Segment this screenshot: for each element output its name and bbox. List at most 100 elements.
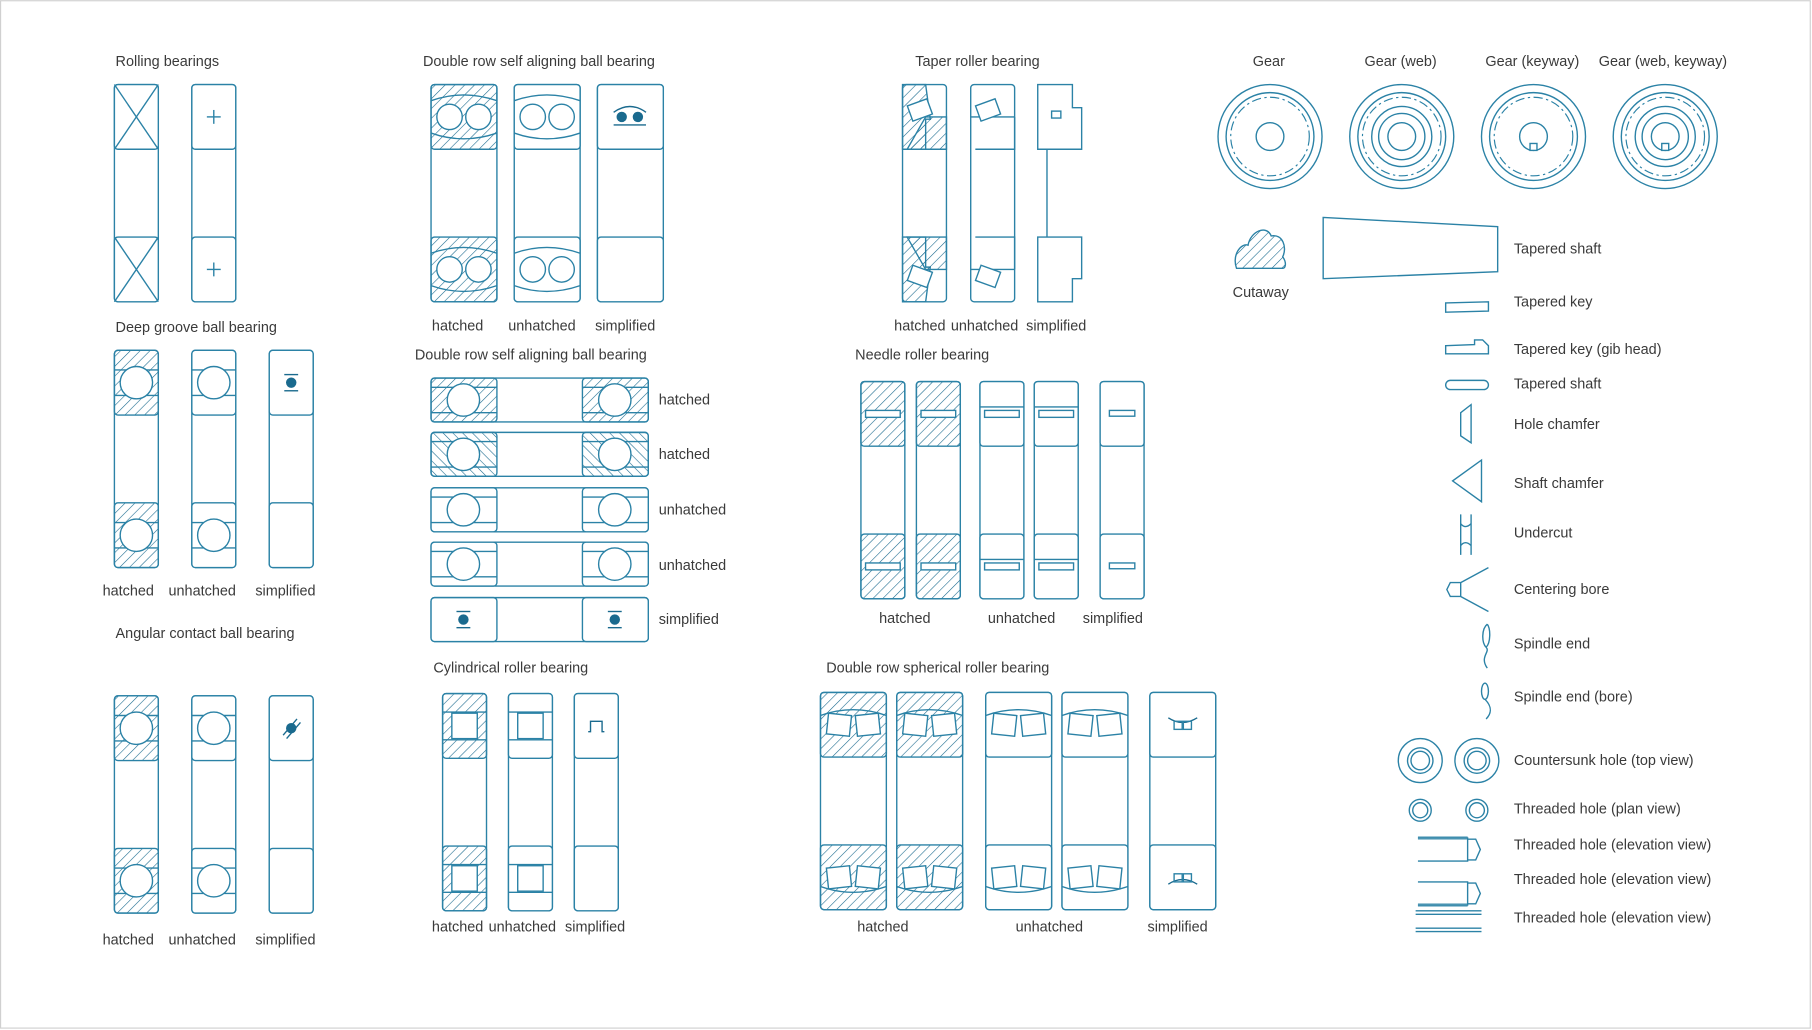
variant-label: hatched (857, 920, 908, 936)
threaded-hole-plan-icon (1465, 798, 1489, 822)
symbol-label: Threaded hole (elevation view) (1514, 838, 1711, 854)
double-row-horizontal-bearing (430, 596, 649, 643)
symbol-label: Tapered key (gib head) (1514, 342, 1662, 358)
deep-groove-bearing-hatched (113, 349, 160, 569)
countersunk-hole-icon (1397, 737, 1443, 784)
variant-label: unhatched (659, 558, 726, 574)
symbol-sheet: Rolling bearings Deep groove ball bearin… (0, 0, 1811, 1029)
needle-roller-title: Needle roller bearing (855, 348, 989, 364)
cylindrical-roller-bearing-simplified (573, 692, 619, 912)
needle-roller-bearing (860, 380, 906, 600)
deep-groove-title: Deep groove ball bearing (116, 320, 277, 336)
variant-label: simplified (1026, 319, 1086, 335)
gear-title: Gear (1253, 54, 1285, 70)
spindle-end-icon (1482, 623, 1491, 669)
spherical-roller-bearing (1061, 691, 1129, 911)
variant-label: simplified (1147, 920, 1207, 936)
variant-label: unhatched (489, 920, 556, 936)
tapered-shaft-round-icon (1444, 379, 1490, 391)
variant-label: simplified (1083, 611, 1143, 627)
variant-label: simplified (255, 583, 315, 599)
gear-title: Gear (keyway) (1485, 54, 1579, 70)
variant-label: hatched (879, 611, 930, 627)
double-row-horizontal-bearing (430, 431, 649, 477)
variant-label: unhatched (169, 932, 236, 948)
symbol-label: Undercut (1514, 526, 1573, 542)
double-row-horizontal-title: Double row self aligning ball bearing (415, 348, 647, 364)
spherical-roller-bearing (896, 691, 964, 911)
double-row-bearing-hatched (430, 83, 498, 303)
angular-contact-bearing-hatched (113, 695, 160, 914)
variant-label: simplified (659, 612, 719, 628)
angular-contact-bearing-simplified (268, 695, 314, 914)
variant-label: hatched (894, 319, 945, 335)
variant-label: unhatched (988, 611, 1055, 627)
symbol-label: Spindle end (bore) (1514, 690, 1633, 706)
needle-roller-bearing (979, 380, 1025, 600)
tapered-key-gib-head-icon (1444, 339, 1490, 355)
symbol-label: Threaded hole (elevation view) (1514, 910, 1711, 926)
variant-label: unhatched (169, 583, 236, 599)
variant-label: hatched (659, 393, 710, 409)
double-row-horizontal-bearing (430, 541, 649, 587)
variant-label: hatched (432, 920, 483, 936)
symbol-label: Tapered shaft (1514, 376, 1602, 392)
cutaway-label: Cutaway (1233, 285, 1290, 301)
cylindrical-roller-title: Cylindrical roller bearing (433, 661, 588, 677)
spherical-roller-title: Double row spherical roller bearing (826, 661, 1049, 677)
variant-label: simplified (565, 920, 625, 936)
threaded-hole-plan-icon (1408, 798, 1432, 822)
rolling-bearing-symbol (113, 83, 160, 303)
symbol-label: Shaft chamfer (1514, 476, 1604, 492)
threaded-hole-elevation-icon (1417, 881, 1482, 907)
spherical-roller-bearing (1149, 691, 1217, 911)
tapered-shaft-icon (1322, 216, 1499, 280)
variant-label: unhatched (659, 502, 726, 518)
double-row-horizontal-bearing (430, 487, 649, 533)
variant-label: simplified (595, 319, 655, 335)
gear-icon (1217, 83, 1323, 190)
deep-groove-bearing-simplified (268, 349, 314, 569)
cutaway-icon (1234, 229, 1287, 269)
rolling-bearings-title: Rolling bearings (116, 54, 220, 70)
deep-groove-bearing-unhatched (191, 349, 237, 569)
taper-roller-bearing-unhatched (970, 83, 1016, 303)
countersunk-hole-icon (1454, 737, 1500, 784)
undercut-icon (1460, 514, 1472, 555)
spindle-end-bore-icon (1480, 682, 1491, 720)
variant-label: simplified (255, 932, 315, 948)
gear-icon (1612, 83, 1718, 190)
symbol-label: Centering bore (1514, 582, 1610, 598)
symbol-label: Tapered shaft (1514, 241, 1602, 257)
shaft-chamfer-icon (1451, 458, 1483, 504)
double-row-vertical-title: Double row self aligning ball bearing (423, 54, 655, 70)
gear-title: Gear (web, keyway) (1599, 54, 1727, 70)
taper-roller-bearing-hatched (901, 83, 948, 303)
symbol-label: Hole chamfer (1514, 417, 1600, 433)
variant-label: hatched (659, 447, 710, 463)
cylindrical-roller-bearing-unhatched (507, 692, 554, 912)
symbol-label: Tapered key (1514, 294, 1593, 310)
hole-chamfer-icon (1460, 403, 1472, 445)
cylindrical-roller-bearing-hatched (441, 692, 488, 912)
symbol-label: Threaded hole (elevation view) (1514, 872, 1711, 888)
double-row-horizontal-bearing (430, 377, 649, 423)
angular-contact-bearing-unhatched (191, 695, 237, 914)
double-row-bearing-simplified (596, 83, 665, 303)
gear-title: Gear (web) (1364, 54, 1436, 70)
threaded-hole-elevation-icon (1417, 836, 1482, 862)
variant-label: unhatched (951, 319, 1018, 335)
taper-roller-bearing-simplified (1037, 83, 1083, 303)
rolling-bearing-symbol (191, 83, 237, 303)
centering-bore-icon (1446, 566, 1489, 613)
taper-roller-title: Taper roller bearing (915, 54, 1039, 70)
needle-roller-bearing (1033, 380, 1079, 600)
variant-label: hatched (103, 932, 154, 948)
symbol-label: Spindle end (1514, 636, 1590, 652)
gear-icon (1480, 83, 1587, 190)
gear-icon (1349, 83, 1455, 190)
symbol-label: Threaded hole (plan view) (1514, 802, 1681, 818)
threaded-hole-elevation-icon (1415, 910, 1482, 933)
tapered-key-icon (1444, 301, 1490, 313)
variant-label: unhatched (1016, 920, 1083, 936)
